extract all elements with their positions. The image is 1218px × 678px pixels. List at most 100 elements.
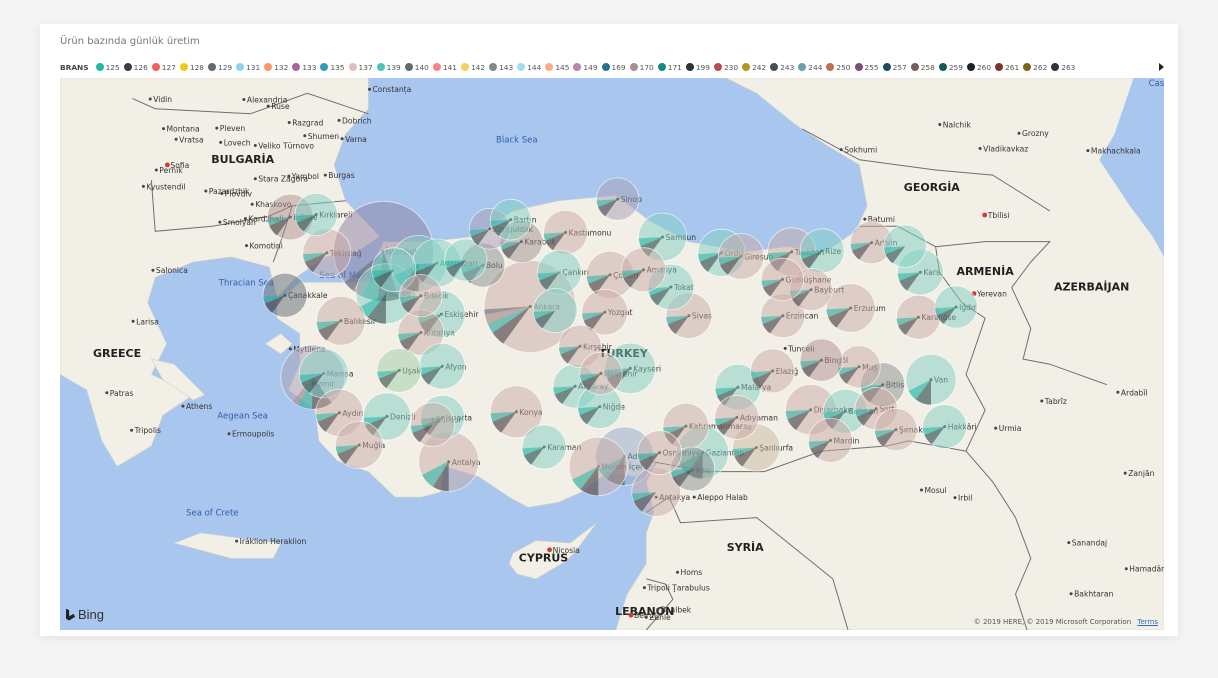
legend-item[interactable]: 199 xyxy=(685,63,710,72)
legend-item[interactable]: 242 xyxy=(742,63,766,72)
map-label-sea: Sea of Crete xyxy=(186,508,238,518)
city-dot xyxy=(1124,567,1128,571)
map-label-city: Zahle xyxy=(649,613,671,622)
map-label-city: Urmia xyxy=(999,424,1022,433)
legend-item[interactable]: 244 xyxy=(798,63,822,72)
legend-label: 243 xyxy=(780,62,795,72)
province-pie[interactable] xyxy=(489,198,532,241)
legend-swatch xyxy=(742,63,751,71)
legend-item[interactable]: 128 xyxy=(179,62,204,72)
legend-next-arrow-icon[interactable] xyxy=(1159,63,1164,71)
city-dot xyxy=(644,615,648,619)
legend-item[interactable]: 149 xyxy=(573,63,598,72)
legend-label: 127 xyxy=(161,62,176,72)
map-label-city: Veliko Tŭrnovo xyxy=(258,142,314,151)
province-pie[interactable] xyxy=(302,228,352,278)
legend-item[interactable]: 139 xyxy=(376,63,401,72)
legend-item[interactable]: 141 xyxy=(432,63,457,72)
province-pie[interactable] xyxy=(262,272,308,318)
legend-item[interactable]: 171 xyxy=(657,63,682,72)
province-pie[interactable] xyxy=(717,233,765,280)
map-label-country: BULGARİA xyxy=(211,152,274,166)
province-pie[interactable] xyxy=(579,351,623,395)
province-pie[interactable] xyxy=(335,420,384,469)
province-pie[interactable] xyxy=(316,296,366,346)
map-label-city: Stara Zagora xyxy=(258,175,308,184)
city-dot xyxy=(253,177,257,181)
legend-item[interactable]: 255 xyxy=(854,63,879,72)
legend-item[interactable]: 126 xyxy=(123,63,148,72)
legend-item[interactable]: 143 xyxy=(489,63,513,72)
province-pie[interactable] xyxy=(808,417,853,463)
city-dot xyxy=(994,426,998,430)
province-pie[interactable] xyxy=(874,407,918,452)
province-pie[interactable] xyxy=(376,347,422,393)
province-pie[interactable] xyxy=(837,345,881,389)
legend-item[interactable]: 135 xyxy=(320,63,345,72)
legend-item[interactable]: 259 xyxy=(938,63,963,72)
legend-item[interactable]: 257 xyxy=(882,63,907,72)
province-pie[interactable] xyxy=(714,394,760,440)
legend-item[interactable]: 137 xyxy=(348,63,373,72)
legend-item[interactable]: 230 xyxy=(713,63,738,72)
province-pie[interactable] xyxy=(543,209,589,255)
legend-item[interactable]: 262 xyxy=(1023,63,1047,72)
legend-item[interactable]: 169 xyxy=(601,63,626,72)
province-pie[interactable] xyxy=(419,343,466,390)
province-pie[interactable] xyxy=(934,285,978,329)
province-pie[interactable] xyxy=(905,353,957,406)
province-pie[interactable] xyxy=(760,257,805,301)
legend-item[interactable]: 129 xyxy=(208,63,232,72)
legend-item[interactable]: 170 xyxy=(629,63,654,72)
legend-item[interactable]: 258 xyxy=(910,63,935,72)
province-pie[interactable] xyxy=(532,288,578,334)
map-svg[interactable]: Vidin AlexandriaRuseRazgrad DobrichConstan… xyxy=(60,78,1164,630)
legend-item[interactable]: 260 xyxy=(966,63,991,72)
map-label-city: Iráklion Heraklion xyxy=(240,537,307,546)
province-pie[interactable] xyxy=(825,283,876,333)
legend-item[interactable]: 131 xyxy=(236,63,260,72)
province-pie[interactable] xyxy=(799,228,845,274)
legend-label: 128 xyxy=(189,62,204,72)
province-pie[interactable] xyxy=(399,274,443,318)
map-label-city: Ruse xyxy=(271,102,290,111)
province-pie[interactable] xyxy=(568,436,628,496)
province-pie[interactable] xyxy=(799,338,844,382)
province-pie[interactable] xyxy=(750,348,796,394)
map-label-city: Tripoli Ţarabulus xyxy=(646,584,709,593)
legend-item[interactable]: 132 xyxy=(264,63,288,72)
legend-label: 133 xyxy=(302,62,317,72)
province-pie[interactable] xyxy=(922,404,968,450)
legend-item[interactable]: 125 xyxy=(95,63,120,72)
province-pie[interactable] xyxy=(294,192,338,237)
legend-item[interactable]: 140 xyxy=(404,63,429,72)
province-pie[interactable] xyxy=(521,424,567,470)
legend-swatch xyxy=(713,63,722,71)
city-dot xyxy=(105,391,109,395)
province-pie[interactable] xyxy=(896,294,941,340)
legend-item[interactable]: 127 xyxy=(151,62,176,72)
province-pie[interactable] xyxy=(537,249,582,295)
city-dot xyxy=(368,87,371,91)
terms-link[interactable]: Terms xyxy=(1137,618,1158,626)
city-dot xyxy=(628,612,634,618)
province-pie[interactable] xyxy=(596,177,640,221)
map-canvas[interactable]: Vidin Alexandria Ruse Razgrad Dobrich Constan… xyxy=(60,78,1164,630)
city-dot xyxy=(131,319,135,323)
legend-item[interactable]: 250 xyxy=(826,63,851,72)
legend-item[interactable]: 144 xyxy=(517,63,541,72)
legend-label: 132 xyxy=(274,62,289,72)
city-dot xyxy=(181,404,185,408)
province-pie[interactable] xyxy=(621,247,666,293)
legend-item[interactable]: 145 xyxy=(545,63,569,72)
legend-item[interactable]: 261 xyxy=(995,63,1019,72)
legend-item[interactable]: 133 xyxy=(292,63,316,72)
province-pie[interactable] xyxy=(883,224,927,268)
province-pie[interactable] xyxy=(637,430,682,476)
province-pie[interactable] xyxy=(410,402,456,447)
bing-logo: Bing xyxy=(66,607,104,622)
map-label-city: Montana xyxy=(167,125,200,134)
legend-item[interactable]: 142 xyxy=(460,63,485,72)
legend-item[interactable]: 263 xyxy=(1051,63,1075,72)
legend-item[interactable]: 243 xyxy=(770,63,794,72)
